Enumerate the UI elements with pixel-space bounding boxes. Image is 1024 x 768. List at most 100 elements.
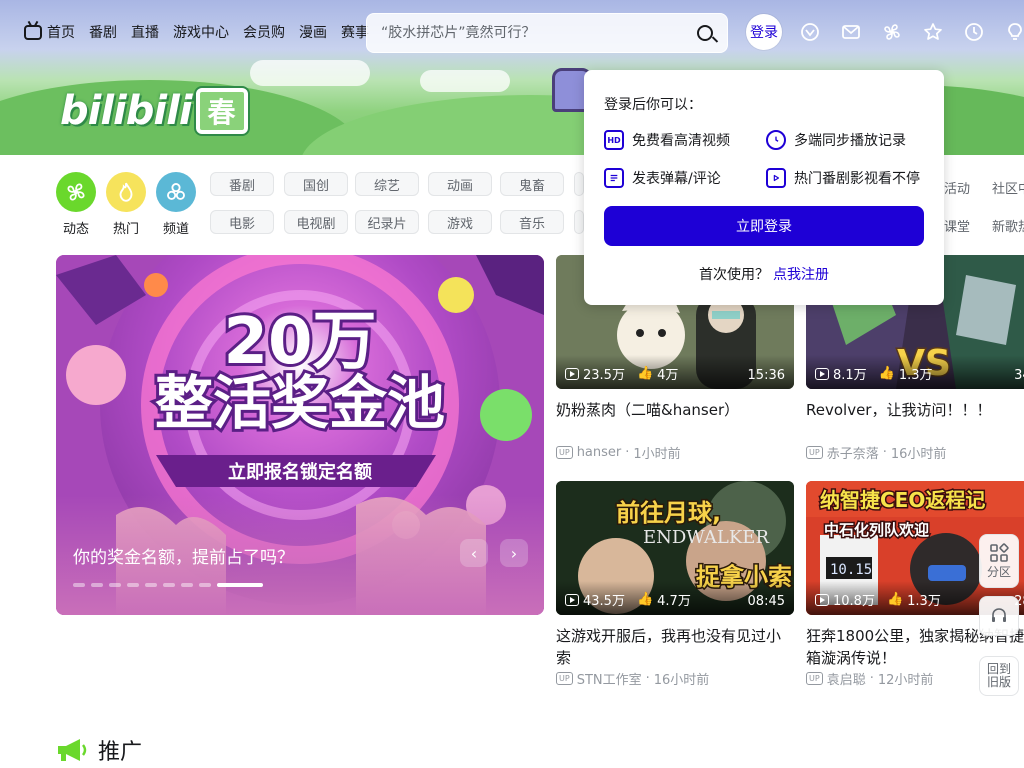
- dynamic-icon[interactable]: [882, 22, 902, 42]
- carousel-dot[interactable]: [91, 583, 103, 587]
- up-badge-icon: UP: [806, 446, 823, 459]
- benefit-label: 多端同步播放记录: [794, 133, 906, 149]
- nav-game-center[interactable]: 游戏中心: [173, 22, 229, 42]
- nav-vip-shop[interactable]: 会员购: [243, 22, 285, 42]
- top-navigation: 首页 番剧 直播 游戏中心 会员购 漫画 赛事 登录: [0, 0, 1024, 64]
- chevron-right-icon: ›: [510, 543, 518, 563]
- promotion-section-header: 推广: [56, 734, 142, 766]
- history-icon[interactable]: [964, 22, 984, 42]
- login-benefits: HD 免费看高清视频 多端同步播放记录 发表弹幕/评论 热门番剧影视看不停: [604, 130, 924, 188]
- quick-entry-hot[interactable]: 热门: [104, 172, 148, 237]
- quick-entry-label: 热门: [112, 222, 139, 237]
- banner-cloud: [420, 70, 510, 92]
- tag-community[interactable]: 社区中: [992, 178, 1024, 197]
- carousel-dots: [73, 583, 263, 587]
- uploader-name[interactable]: 袁启聪: [827, 669, 866, 688]
- tag-variety[interactable]: 综艺: [355, 172, 419, 196]
- thumbnail-text: 10.15: [830, 562, 872, 578]
- tag-documentary[interactable]: 纪录片: [355, 210, 419, 234]
- carousel-dot[interactable]: [73, 583, 85, 587]
- login-popup-title: 登录后你可以：: [604, 97, 702, 113]
- uploader-name[interactable]: 赤子奈落: [827, 443, 879, 462]
- uploader-name[interactable]: STN工作室: [577, 669, 642, 688]
- tag-hidden[interactable]: [574, 210, 584, 234]
- view-count: 23.5万: [583, 368, 625, 383]
- vip-icon[interactable]: [800, 22, 820, 42]
- category-float-button[interactable]: 分区: [979, 534, 1019, 588]
- tag-bangumi[interactable]: 番剧: [210, 172, 274, 196]
- like-count: 1.3万: [907, 594, 941, 609]
- tv-icon: [24, 24, 42, 40]
- view-count: 8.1万: [833, 368, 867, 383]
- tag-kichiku[interactable]: 鬼畜: [500, 172, 564, 196]
- login-avatar-button[interactable]: 登录: [746, 14, 782, 50]
- carousel-dot[interactable]: [163, 583, 175, 587]
- bilibili-logo[interactable]: bilibili 春: [60, 84, 248, 134]
- video-title[interactable]: 这游戏开服后，我再也没有见过小索: [556, 625, 794, 669]
- video-card[interactable]: 前往月球, ENDWALKER 捉拿小索！ 43.5万 👍4.7万 08:45 …: [556, 481, 794, 688]
- tag-activity[interactable]: 活动: [944, 178, 970, 197]
- nav-manga[interactable]: 漫画: [299, 22, 327, 42]
- logo-word: bilibili: [60, 88, 193, 134]
- chevron-left-icon: ‹: [470, 543, 478, 563]
- carousel-prev-button[interactable]: ‹: [460, 539, 488, 567]
- nav-home[interactable]: 首页: [24, 22, 75, 42]
- video-meta: UP STN工作室 · 16小时前: [556, 669, 794, 688]
- carousel-dot[interactable]: [109, 583, 121, 587]
- video-meta: UP 赤子奈落 · 16小时前: [806, 443, 1024, 462]
- carousel-dot[interactable]: [127, 583, 139, 587]
- creation-bulb-icon[interactable]: [1005, 22, 1024, 42]
- headset-icon: [992, 608, 1006, 622]
- video-title[interactable]: 奶粉蒸肉（二喵&hanser）: [556, 399, 794, 443]
- register-link[interactable]: 点我注册: [773, 267, 829, 283]
- uploader-name[interactable]: hanser: [577, 445, 622, 460]
- carousel-next-button[interactable]: ›: [500, 539, 528, 567]
- search-icon[interactable]: [697, 25, 713, 41]
- carousel-caption[interactable]: 你的奖金名额，提前占了吗？: [73, 543, 294, 568]
- carousel-dot[interactable]: [199, 583, 211, 587]
- back-to-old-version-button[interactable]: 回到旧版: [979, 656, 1019, 696]
- favorites-icon[interactable]: [923, 22, 943, 42]
- carousel-dot[interactable]: [217, 583, 263, 587]
- upload-time: 12小时前: [877, 673, 934, 688]
- play-count-icon: [565, 367, 579, 380]
- carousel-dot[interactable]: [181, 583, 193, 587]
- video-duration: 34:: [1014, 368, 1024, 383]
- message-icon[interactable]: [841, 22, 861, 42]
- benefit-label: 免费看高清视频: [632, 133, 730, 149]
- nav-bangumi[interactable]: 番剧: [89, 22, 117, 42]
- tag-classroom[interactable]: 课堂: [944, 216, 970, 235]
- login-popup: 登录后你可以： HD 免费看高清视频 多端同步播放记录 发表弹幕/评论 热门番剧…: [584, 70, 944, 305]
- carousel-art-title-1: 20万: [223, 305, 376, 379]
- hero-carousel[interactable]: 20万 整活奖金池 立即报名锁定名额 你的奖金名额，提前占了吗？ ‹ ›: [56, 255, 544, 615]
- hd-icon: HD: [604, 130, 624, 150]
- customer-service-float-button[interactable]: [979, 596, 1019, 636]
- tag-game[interactable]: 游戏: [428, 210, 492, 234]
- clock-icon: [766, 130, 786, 150]
- video-title[interactable]: Revolver，让我访问！！！: [806, 399, 1024, 443]
- play-count-icon: [565, 593, 579, 606]
- like-count: 1.3万: [898, 368, 933, 383]
- quick-entry-dynamic[interactable]: 动态: [54, 172, 98, 237]
- video-stats: 43.5万 👍 4.7万 08:45: [556, 581, 794, 615]
- video-meta: UP hanser · 1小时前: [556, 443, 794, 462]
- video-thumbnail[interactable]: 前往月球, ENDWALKER 捉拿小索！ 43.5万 👍4.7万 08:45: [556, 481, 794, 615]
- login-now-button[interactable]: 立即登录: [604, 206, 924, 246]
- nav-live[interactable]: 直播: [131, 22, 159, 42]
- tag-music[interactable]: 音乐: [500, 210, 564, 234]
- benefit-label: 热门番剧影视看不停: [794, 171, 920, 187]
- tag-new-songs[interactable]: 新歌热: [992, 216, 1024, 235]
- tag-guochuang[interactable]: 国创: [284, 172, 348, 196]
- video-stats: 23.5万 👍 4万 15:36: [556, 355, 794, 389]
- tag-animation[interactable]: 动画: [428, 172, 492, 196]
- tag-movie[interactable]: 电影: [210, 210, 274, 234]
- nav-match[interactable]: 赛事: [341, 22, 369, 42]
- benefit-hd: HD 免费看高清视频: [604, 130, 766, 150]
- quick-entry-channel[interactable]: 频道: [154, 172, 198, 237]
- tag-hidden[interactable]: [574, 172, 584, 196]
- tag-tv-series[interactable]: 电视剧: [284, 210, 348, 234]
- like-count: 4万: [657, 368, 679, 383]
- back-old-label: 回到旧版: [986, 662, 1011, 689]
- search-input[interactable]: [381, 25, 697, 41]
- carousel-dot[interactable]: [145, 583, 157, 587]
